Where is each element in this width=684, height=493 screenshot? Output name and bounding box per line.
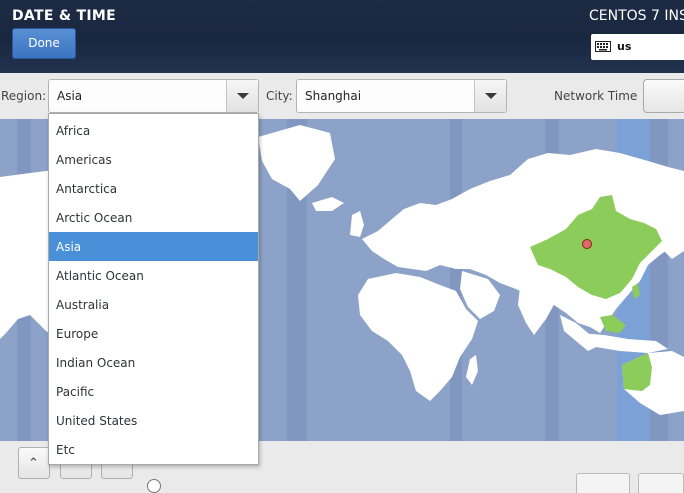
keyboard-layout-label: us	[617, 40, 632, 53]
time-format-radio[interactable]	[147, 479, 161, 493]
location-pin-icon	[582, 239, 592, 249]
city-dropdown-button[interactable]	[474, 80, 506, 112]
region-option-australia[interactable]: Australia	[49, 290, 258, 319]
region-combobox[interactable]: Asia	[48, 79, 259, 113]
network-time-label: Network Time	[554, 89, 638, 103]
hour-up-button[interactable]: ⌃	[18, 447, 50, 479]
keyboard-icon	[595, 41, 611, 52]
page-title: DATE & TIME	[12, 8, 116, 24]
region-option-pacific[interactable]: Pacific	[49, 377, 258, 406]
keyboard-layout-indicator[interactable]: us	[591, 34, 684, 60]
region-option-indian-ocean[interactable]: Indian Ocean	[49, 348, 258, 377]
region-option-europe[interactable]: Europe	[49, 319, 258, 348]
region-option-etc[interactable]: Etc	[49, 435, 258, 464]
product-title: CENTOS 7 INSTALLATION	[589, 8, 684, 24]
region-dropdown-list[interactable]: Africa Americas Antarctica Arctic Ocean …	[48, 113, 259, 465]
region-option-americas[interactable]: Americas	[49, 145, 258, 174]
region-option-africa[interactable]: Africa	[49, 116, 258, 145]
region-dropdown-button[interactable]	[226, 80, 258, 112]
region-option-united-states[interactable]: United States	[49, 406, 258, 435]
chevron-down-icon	[237, 93, 249, 99]
region-option-antarctica[interactable]: Antarctica	[49, 174, 258, 203]
city-combobox[interactable]: Shanghai	[296, 79, 507, 113]
done-button[interactable]: Done	[12, 28, 76, 59]
date-day-field[interactable]	[638, 473, 684, 493]
network-time-switch[interactable]	[643, 79, 684, 113]
region-option-atlantic-ocean[interactable]: Atlantic Ocean	[49, 261, 258, 290]
city-label: City:	[266, 89, 293, 103]
region-option-asia[interactable]: Asia	[49, 232, 258, 261]
chevron-up-icon: ⌃	[28, 456, 39, 471]
header-bar: DATE & TIME Done CENTOS 7 INSTALLATION u…	[0, 0, 684, 73]
region-value: Asia	[57, 89, 83, 103]
region-option-arctic-ocean[interactable]: Arctic Ocean	[49, 203, 258, 232]
date-month-field[interactable]	[576, 473, 630, 493]
chevron-down-icon	[485, 93, 497, 99]
region-label: Region:	[1, 89, 47, 103]
city-value: Shanghai	[305, 89, 362, 103]
